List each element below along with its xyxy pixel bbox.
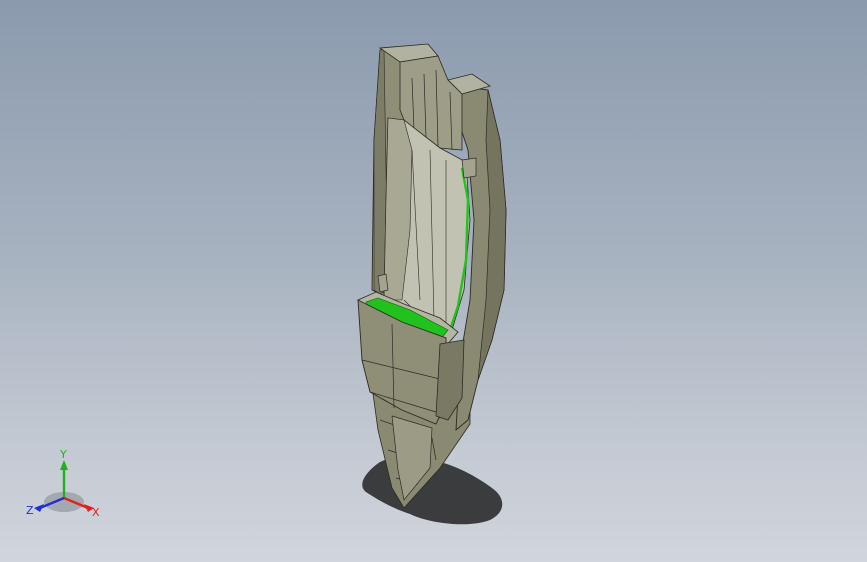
triad-y-label: Y: [59, 448, 67, 461]
axis-triad[interactable]: Y X Z: [22, 446, 112, 526]
bracket-top: [461, 157, 477, 179]
triad-z-label: Z: [26, 504, 34, 517]
triad-x-label: X: [92, 506, 100, 519]
graphics-viewport[interactable]: Y X Z: [0, 0, 867, 562]
triad-y-arrow: [60, 460, 68, 470]
boat-hull-model[interactable]: [0, 0, 867, 562]
bracket-left: [377, 273, 389, 293]
